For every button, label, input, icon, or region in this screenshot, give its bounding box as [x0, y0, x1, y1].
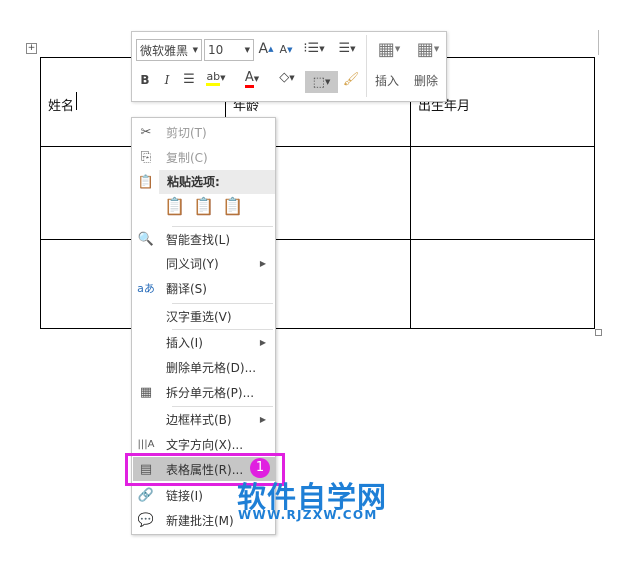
split-cells-icon: ▦: [139, 384, 153, 400]
menu-item-border-styles[interactable]: 边框样式(B) ▶: [133, 407, 275, 431]
header-cell-name[interactable]: 姓名: [48, 95, 74, 114]
submenu-arrow-icon: ▶: [259, 414, 266, 424]
lookup-icon: 🔍: [137, 231, 155, 247]
chevron-down-icon: ▼: [192, 46, 198, 54]
menu-item-synonyms[interactable]: 同义词(Y) ▶: [133, 251, 275, 275]
bold-button[interactable]: B: [138, 73, 152, 87]
paste-keep-formatting-icon[interactable]: 📋: [164, 197, 185, 221]
font-name-select[interactable]: 微软雅黑 ▼: [136, 39, 202, 61]
menu-item-reconvert[interactable]: 汉字重选(V): [133, 304, 275, 328]
font-size-select[interactable]: 10 ▼: [204, 39, 254, 61]
comment-icon: 💬: [137, 512, 155, 528]
font-size-value: 10: [208, 43, 224, 57]
insert-table-icon[interactable]: ▦ ▼: [372, 36, 406, 62]
copy-icon: ⎘: [140, 149, 152, 165]
clipboard-icon: 📋: [137, 174, 155, 190]
menu-item-smart-lookup[interactable]: 🔍 智能查找(L): [133, 227, 275, 251]
submenu-arrow-icon: ▶: [259, 258, 266, 268]
menu-item-copy[interactable]: ⎘ 复制(C): [133, 145, 275, 169]
menu-item-delete-cells[interactable]: 删除单元格(D)...: [133, 355, 275, 379]
link-icon: 🔗: [137, 487, 155, 503]
translate-icon: aあ: [137, 282, 155, 295]
font-color-icon[interactable]: A ▼: [238, 70, 266, 88]
mini-toolbar: 微软雅黑 ▼ 10 ▼ A ▲ A ▼ ⁝☰ ▼ ☰ ▼ ▦ ▼ 插入 ▦ ▼ 删除 B I ☰…: [131, 31, 447, 102]
paste-text-only-icon[interactable]: 📋: [222, 197, 243, 221]
numbering-icon[interactable]: ☰ ▼: [333, 41, 361, 56]
grow-font-icon[interactable]: A ▲: [258, 41, 274, 57]
chevron-down-icon: ▼: [244, 46, 250, 54]
shrink-font-icon[interactable]: A ▼: [278, 43, 294, 56]
highlight-color-icon[interactable]: ab ▼: [202, 70, 230, 86]
font-name-value: 微软雅黑: [140, 43, 189, 58]
margin-mark: [598, 30, 599, 55]
text-cursor: [76, 92, 77, 110]
submenu-arrow-icon: ▶: [259, 337, 266, 347]
center-align-icon[interactable]: ☰: [180, 72, 198, 87]
menu-item-translate[interactable]: aあ 翻译(S): [133, 276, 275, 300]
delete-table-icon[interactable]: ▦ ▼: [411, 36, 445, 62]
toolbar-delete-button[interactable]: 删除: [411, 72, 441, 89]
row-divider: [40, 146, 595, 147]
paste-options-row: 📋 📋 📋: [164, 197, 244, 221]
paste-merge-formatting-icon[interactable]: 📋: [193, 197, 214, 221]
paste-options-header: 📋 粘贴选项:: [133, 170, 275, 194]
format-painter-icon[interactable]: 🖌: [342, 72, 360, 87]
italic-button[interactable]: I: [160, 73, 174, 87]
row-divider: [40, 239, 595, 240]
shading-icon[interactable]: ◇ ▼: [273, 70, 301, 85]
menu-item-insert[interactable]: 插入(I) ▶: [133, 330, 275, 354]
borders-icon[interactable]: ⬚ ▼: [305, 71, 338, 93]
toolbar-insert-button[interactable]: 插入: [372, 72, 402, 89]
menu-item-split-cells[interactable]: ▦ 拆分单元格(P)...: [133, 380, 275, 404]
table-move-handle[interactable]: +: [26, 43, 37, 54]
table-resize-handle[interactable]: [595, 329, 602, 336]
text-direction-icon: |||A: [137, 438, 155, 450]
bullets-icon[interactable]: ⁝☰ ▼: [300, 41, 328, 56]
watermark-url: WWW.RJZXW.COM: [238, 508, 378, 522]
menu-item-cut[interactable]: ✂ 剪切(T): [133, 120, 275, 144]
scissors-icon: ✂: [140, 124, 152, 140]
